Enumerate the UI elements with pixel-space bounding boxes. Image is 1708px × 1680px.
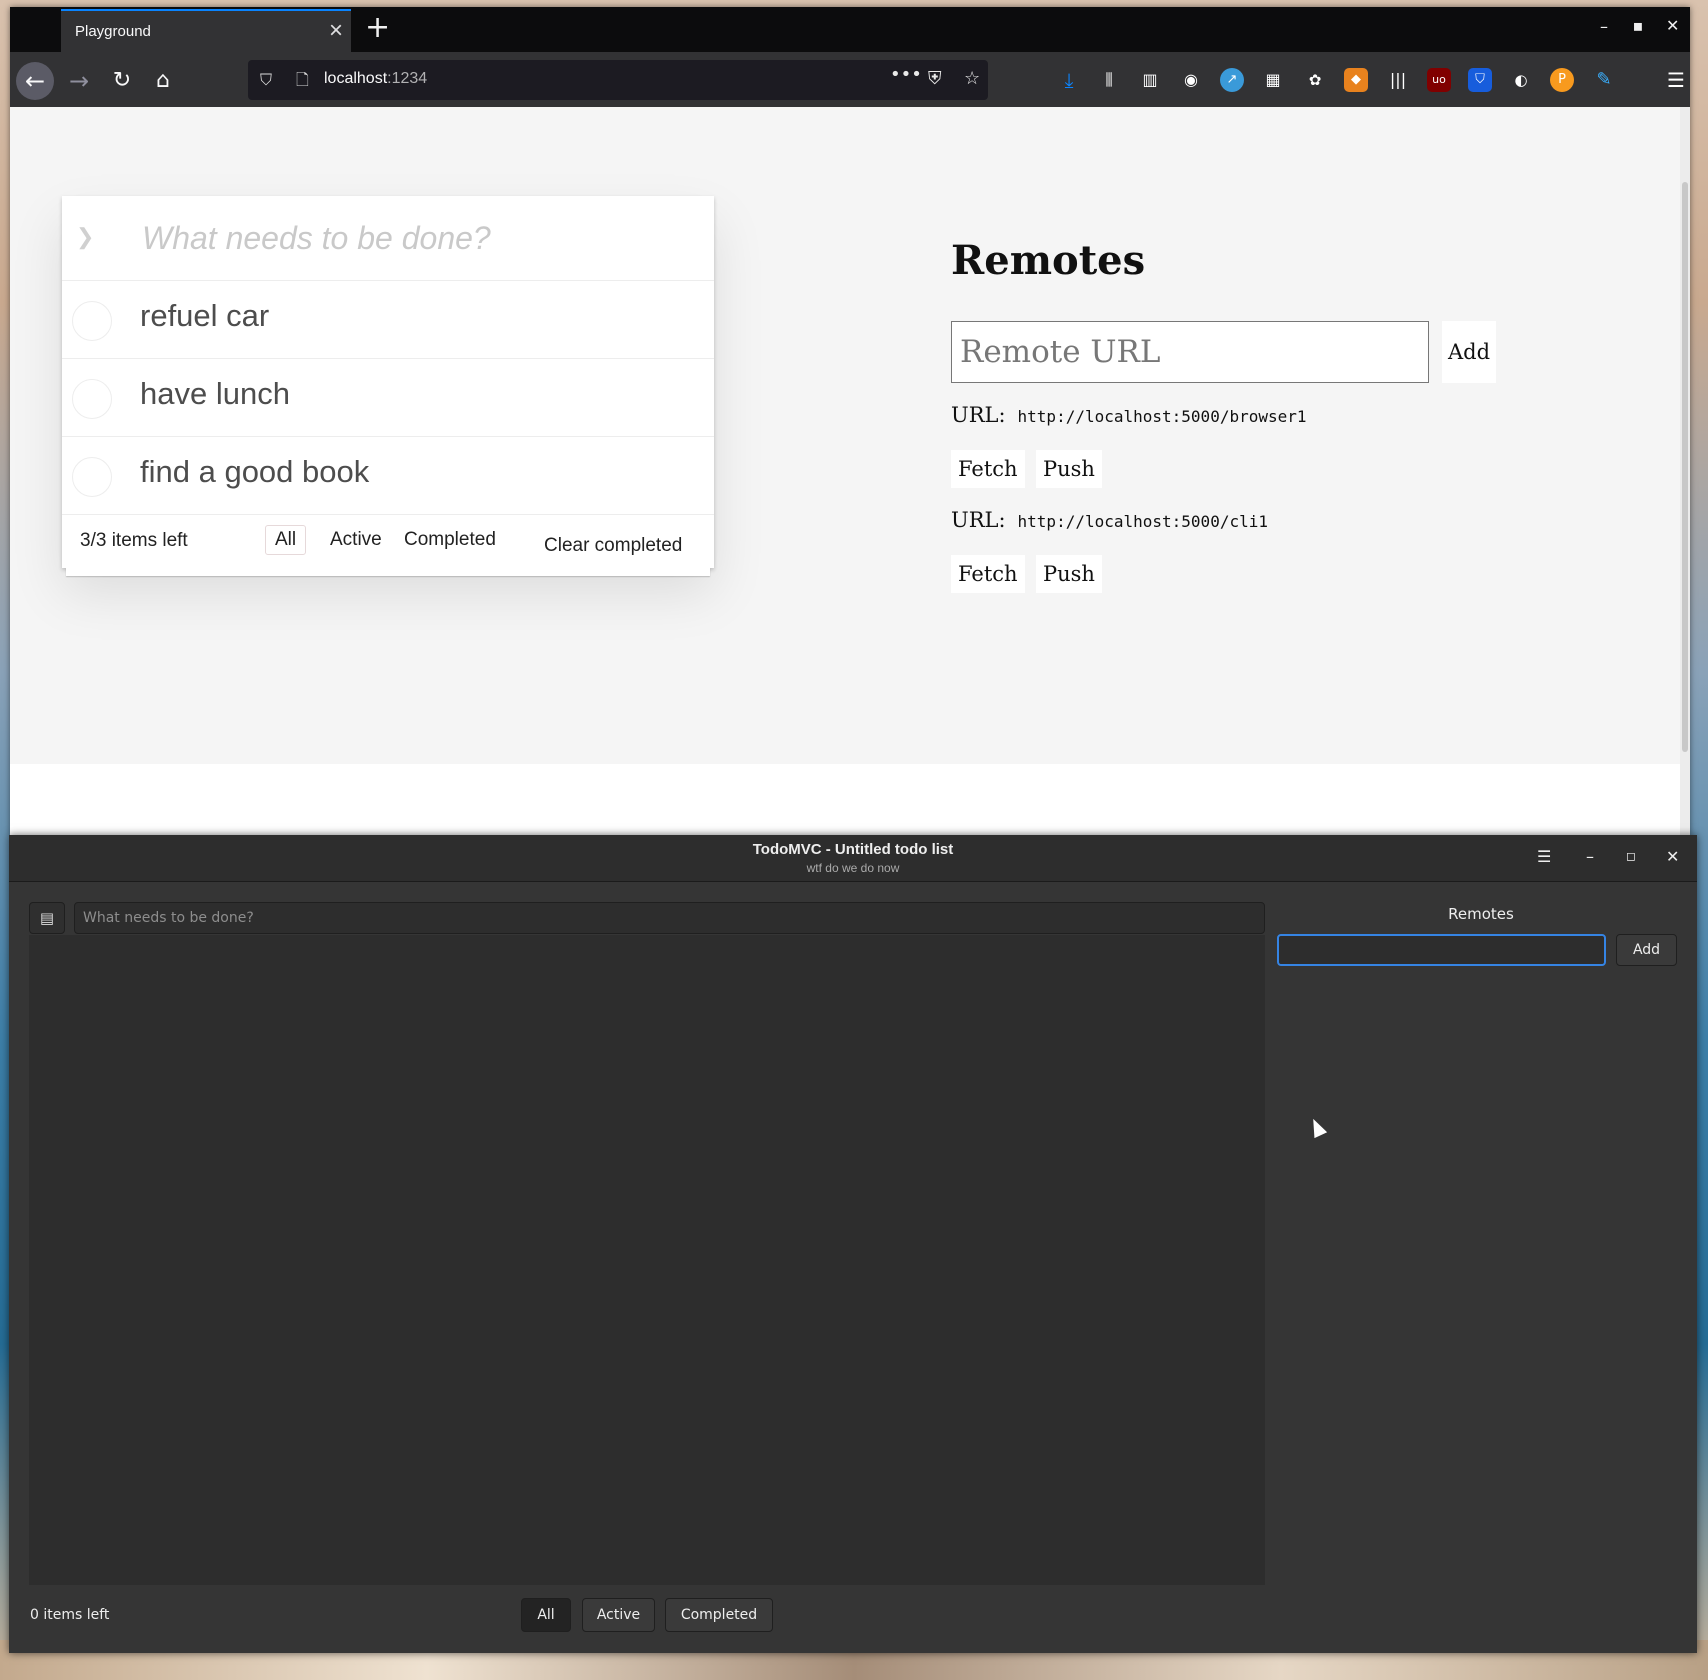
- toggle-checkbox[interactable]: [72, 457, 112, 497]
- library-icon[interactable]: ⫼: [1097, 68, 1121, 92]
- todo-list: [29, 935, 1265, 1585]
- toggle-checkbox[interactable]: [72, 379, 112, 419]
- todo-pane: ▤: [29, 902, 1265, 1585]
- page-content: ❯ refuel car have lunch find a good book…: [10, 107, 1680, 764]
- pocket-icon[interactable]: ⛨: [928, 68, 942, 89]
- todo-app: ❯ refuel car have lunch find a good book…: [62, 196, 714, 576]
- extension-tool-icon[interactable]: ✎: [1592, 68, 1616, 92]
- todo-footer: 3/3 items left All Active Completed Clea…: [62, 515, 714, 568]
- page-footer-area: [10, 764, 1680, 835]
- filter-active[interactable]: Active: [320, 525, 392, 555]
- extension-grid-icon[interactable]: ▦: [1261, 68, 1285, 92]
- todo-item: refuel car: [62, 281, 714, 359]
- window-subtitle: wtf do we do now: [806, 861, 900, 875]
- push-button[interactable]: Push: [1036, 555, 1102, 593]
- star-icon[interactable]: ☆: [964, 68, 980, 89]
- home-icon[interactable]: ⌂: [144, 62, 182, 100]
- more-icon[interactable]: •••: [890, 64, 922, 85]
- url-label: URL:: [951, 508, 1006, 532]
- shield-icon[interactable]: ⛉: [260, 70, 272, 90]
- stack-shadow: [66, 568, 710, 576]
- remote-url-value: http://localhost:5000/cli1: [1017, 512, 1268, 531]
- todo-label[interactable]: find a good book: [140, 454, 369, 490]
- toggle-checkbox[interactable]: [72, 301, 112, 341]
- remote-url-value: http://localhost:5000/browser1: [1017, 407, 1307, 426]
- remotes-title: Remotes: [1448, 905, 1514, 923]
- filter-completed[interactable]: Completed: [665, 1598, 773, 1632]
- clear-completed-button[interactable]: Clear completed: [544, 535, 682, 557]
- maximize-icon[interactable]: ◻: [1626, 849, 1636, 863]
- reload-icon[interactable]: ↻: [103, 62, 141, 100]
- filter-completed[interactable]: Completed: [394, 525, 506, 555]
- fetch-button[interactable]: Fetch: [951, 450, 1025, 488]
- filter-all[interactable]: All: [265, 525, 307, 555]
- download-icon[interactable]: ⤓: [1057, 68, 1081, 92]
- remote-url-entry[interactable]: [1277, 934, 1606, 966]
- extension-gnome-icon[interactable]: ✿: [1303, 68, 1327, 92]
- extension-bars-icon[interactable]: |||: [1386, 68, 1410, 92]
- browser-window: Playground × + – ◼ ✕ ← → ↻ ⌂ ⛉ 🗋 localho…: [10, 7, 1690, 835]
- page-icon: 🗋: [296, 70, 309, 89]
- remote-url-row: URL: http://localhost:5000/browser1: [951, 403, 1307, 427]
- push-button[interactable]: Push: [1036, 450, 1102, 488]
- extension-eye-icon[interactable]: ◐: [1509, 68, 1533, 92]
- back-icon[interactable]: ←: [16, 62, 54, 100]
- minimize-icon[interactable]: –: [1600, 17, 1608, 36]
- maximize-icon[interactable]: ◼: [1633, 19, 1643, 33]
- sidebar-icon[interactable]: ▥: [1138, 68, 1162, 92]
- account-icon[interactable]: ◉: [1179, 68, 1203, 92]
- todo-label[interactable]: refuel car: [140, 298, 269, 334]
- menu-icon[interactable]: ☰: [1537, 847, 1551, 866]
- extension-fox-icon[interactable]: ◆: [1344, 68, 1368, 92]
- todo-item: have lunch: [62, 359, 714, 437]
- bitwarden-icon[interactable]: ⛉: [1468, 68, 1492, 92]
- remotes-heading: Remotes: [951, 237, 1146, 284]
- add-remote-button[interactable]: Add: [1616, 934, 1677, 966]
- address-bar[interactable]: ⛉ 🗋 localhost:1234 ••• ⛨ ☆: [248, 60, 988, 100]
- fetch-button[interactable]: Fetch: [951, 555, 1025, 593]
- window-title: TodoMVC - Untitled todo list: [752, 841, 954, 858]
- navigation-toolbar: ← → ↻ ⌂ ⛉ 🗋 localhost:1234 ••• ⛨ ☆ ⤓ ⫼ ▥…: [10, 52, 1690, 107]
- tab-bar: Playground × + – ◼ ✕: [10, 7, 1690, 52]
- todo-item: find a good book: [62, 437, 714, 515]
- new-tab-icon[interactable]: +: [365, 10, 390, 45]
- filter-all[interactable]: All: [521, 1598, 571, 1632]
- items-left-count: 0 items left: [30, 1607, 110, 1623]
- extension-blue-icon[interactable]: ↗: [1220, 68, 1244, 92]
- page-scrollbar[interactable]: [1680, 107, 1690, 835]
- chevron-down-icon[interactable]: ❯: [76, 224, 94, 250]
- close-icon[interactable]: ✕: [1666, 847, 1679, 866]
- new-todo-entry[interactable]: [74, 902, 1265, 934]
- address-text: localhost:1234: [324, 70, 428, 87]
- menu-icon[interactable]: ☰: [1664, 68, 1688, 92]
- forward-icon[interactable]: →: [60, 62, 98, 100]
- close-window-icon[interactable]: ✕: [1666, 16, 1679, 35]
- scrollbar-thumb[interactable]: [1682, 182, 1688, 752]
- extension-p-icon[interactable]: P: [1550, 68, 1574, 92]
- new-todo-row: ❯: [62, 196, 714, 281]
- items-left-count: 3/3 items left: [80, 530, 188, 551]
- document-icon[interactable]: ▤: [29, 902, 65, 934]
- tab-title: Playground: [75, 23, 151, 40]
- ublock-icon[interactable]: uo: [1427, 68, 1451, 92]
- tab-playground[interactable]: Playground ×: [61, 9, 351, 52]
- close-tab-icon[interactable]: ×: [329, 17, 343, 45]
- url-label: URL:: [951, 403, 1006, 427]
- todo-label[interactable]: have lunch: [140, 376, 290, 412]
- new-todo-input[interactable]: [142, 216, 702, 260]
- gtk-window: TodoMVC - Untitled todo list wtf do we d…: [9, 835, 1697, 1653]
- remote-url-input[interactable]: [951, 321, 1429, 383]
- minimize-icon[interactable]: –: [1586, 847, 1594, 866]
- header-bar: TodoMVC - Untitled todo list wtf do we d…: [9, 835, 1697, 882]
- remote-url-row: URL: http://localhost:5000/cli1: [951, 508, 1268, 532]
- add-remote-button[interactable]: Add: [1442, 321, 1496, 383]
- filter-active[interactable]: Active: [582, 1598, 655, 1632]
